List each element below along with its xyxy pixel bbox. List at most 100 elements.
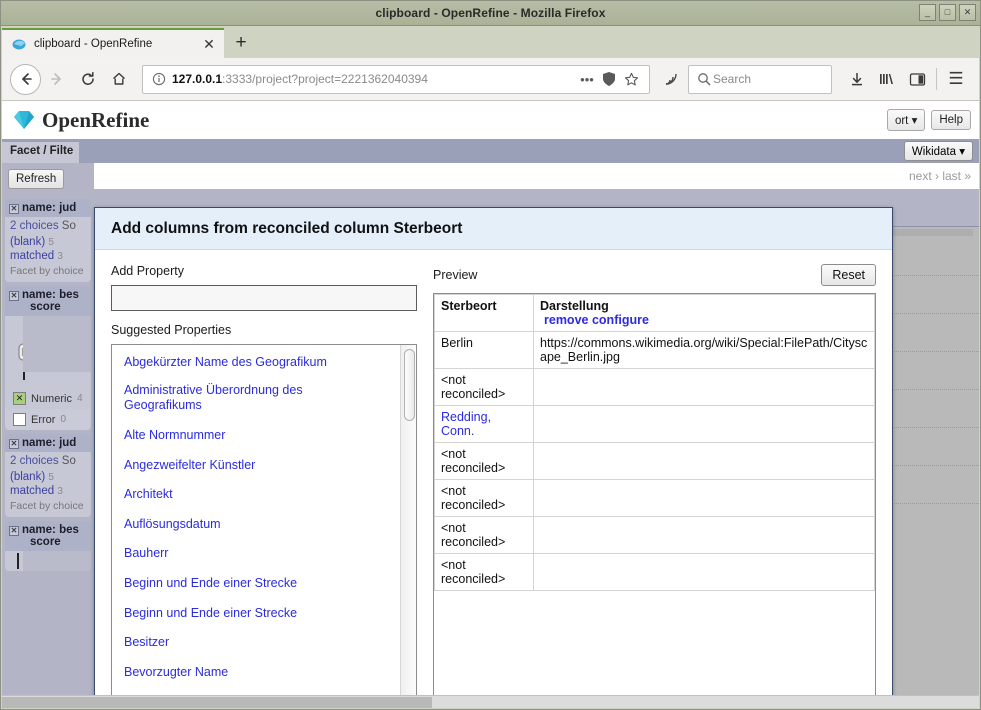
facet-by-choice-link[interactable]: Facet by choice bbox=[5, 498, 91, 517]
facet-row-count: 3 bbox=[57, 486, 63, 497]
close-facet-icon[interactable]: ✕ bbox=[9, 204, 19, 214]
page-actions-icon[interactable]: ••• bbox=[576, 72, 598, 87]
cell-darstellung bbox=[533, 405, 875, 443]
list-item[interactable]: Beginn und Ende einer Strecke bbox=[124, 606, 297, 622]
dialog-header: Add columns from reconciled column Sterb… bbox=[95, 208, 892, 250]
facet-tab-strip: Facet / Filte bbox=[2, 139, 94, 163]
error-checkbox[interactable] bbox=[13, 413, 26, 426]
list-item[interactable]: Architekt bbox=[124, 487, 173, 503]
search-bar[interactable]: Search bbox=[688, 64, 832, 94]
facet-title-line1: name: bes bbox=[22, 289, 79, 301]
facet-row[interactable]: matched 3 bbox=[5, 484, 91, 498]
facet-panel: ✕ name: bes score bbox=[5, 521, 91, 571]
numeric-count: 4 bbox=[76, 393, 83, 404]
home-icon[interactable] bbox=[103, 64, 134, 95]
error-filter-row[interactable]: Error 0 bbox=[5, 409, 91, 430]
preview-header: Preview Reset bbox=[433, 264, 876, 286]
menu-icon[interactable]: ☰ bbox=[941, 64, 971, 94]
preview-table: Sterbeort Darstellung remove configure B… bbox=[434, 294, 875, 591]
facet-row[interactable]: (blank) 5 bbox=[5, 470, 91, 484]
pager-next-last[interactable]: next › last » bbox=[909, 169, 971, 183]
numeric-filter-row[interactable]: ✕ Numeric 4 bbox=[5, 388, 91, 409]
help-button[interactable]: Help bbox=[931, 110, 971, 130]
numeric-range-slider[interactable] bbox=[5, 316, 91, 388]
openrefine-favicon bbox=[12, 37, 27, 52]
page-info-icon[interactable] bbox=[150, 72, 168, 86]
tab-close-icon[interactable]: ✕ bbox=[200, 36, 218, 53]
page-horizontal-scrollbar[interactable] bbox=[2, 695, 979, 708]
list-item[interactable]: Bauherr bbox=[124, 546, 168, 562]
list-item[interactable]: Auflösungsdatum bbox=[124, 517, 221, 533]
close-icon: ✕ bbox=[963, 7, 972, 17]
list-item[interactable]: Angezweifelter Künstler bbox=[124, 458, 255, 474]
cell-sterbeort: <not reconciled> bbox=[434, 368, 534, 406]
add-columns-dialog: Add columns from reconciled column Sterb… bbox=[94, 207, 893, 695]
remove-link[interactable]: remove bbox=[544, 313, 588, 327]
table-row: <not reconciled> bbox=[434, 553, 875, 591]
list-item[interactable]: Besitzer bbox=[124, 635, 169, 651]
list-item[interactable]: Bevorzugter Name bbox=[124, 665, 228, 681]
preview-table-container: Sterbeort Darstellung remove configure B… bbox=[433, 293, 876, 695]
suggested-properties-scrollbar[interactable] bbox=[400, 345, 416, 695]
maximize-button[interactable]: □ bbox=[939, 4, 956, 21]
bookmark-star-icon[interactable] bbox=[620, 72, 642, 87]
reload-icon[interactable] bbox=[72, 64, 103, 95]
openrefine-app-name: OpenRefine bbox=[42, 107, 150, 132]
scrollbar-thumb[interactable] bbox=[2, 697, 432, 708]
suggested-properties-list: Abgekürzter Name des Geografikum Adminis… bbox=[112, 345, 400, 695]
back-icon[interactable] bbox=[10, 63, 41, 95]
facet-row[interactable]: (blank) 5 bbox=[5, 235, 91, 249]
list-item[interactable]: Administrative Überordnung des Geografik… bbox=[124, 383, 374, 414]
cell-sterbeort: <not reconciled> bbox=[434, 516, 534, 554]
search-icon bbox=[695, 72, 713, 86]
wikidata-menu-button[interactable]: Wikidata ▾ bbox=[903, 141, 973, 161]
close-facet-icon[interactable]: ✕ bbox=[9, 291, 19, 301]
add-property-label: Add Property bbox=[111, 264, 184, 278]
table-row: <not reconciled> bbox=[434, 479, 875, 517]
table-row: Berlin https://commons.wikimedia.org/wik… bbox=[434, 331, 875, 369]
close-facet-icon[interactable]: ✕ bbox=[9, 439, 19, 449]
facet-sort-label: So bbox=[61, 220, 76, 232]
facet-choice-count: 2 choices bbox=[10, 455, 59, 467]
facet-sidebar: Facet / Filte Refresh ✕ name: jud 2 choi… bbox=[2, 139, 94, 695]
facet-row[interactable]: matched 3 bbox=[5, 249, 91, 263]
close-button[interactable]: ✕ bbox=[959, 4, 976, 21]
numeric-label: Numeric bbox=[31, 392, 72, 405]
url-bar[interactable]: 127.0.0.1:3333/project?project=222136204… bbox=[142, 64, 650, 94]
rss-feed-icon[interactable] bbox=[658, 71, 684, 87]
tab-facet-filter[interactable]: Facet / Filte bbox=[2, 142, 80, 163]
url-text: 127.0.0.1:3333/project?project=222136204… bbox=[172, 72, 576, 86]
library-icon[interactable] bbox=[872, 64, 902, 94]
forward-icon[interactable] bbox=[41, 64, 72, 95]
sidebar-icon[interactable] bbox=[902, 64, 932, 94]
facet-by-choice-link[interactable]: Facet by choice bbox=[5, 263, 91, 282]
export-button[interactable]: ort ▾ bbox=[886, 109, 926, 131]
close-facet-icon[interactable]: ✕ bbox=[9, 526, 19, 536]
downloads-icon[interactable] bbox=[842, 64, 872, 94]
openrefine-logo-icon bbox=[10, 109, 36, 131]
facet-title-line2: score bbox=[30, 301, 61, 313]
cell-darstellung bbox=[533, 368, 875, 406]
toolbar-right-buttons: ☰ bbox=[842, 64, 971, 94]
numeric-checkbox[interactable]: ✕ bbox=[13, 392, 26, 405]
property-search-input[interactable] bbox=[111, 285, 417, 311]
tracking-shield-icon[interactable] bbox=[598, 71, 620, 87]
pager: next › last » bbox=[94, 163, 979, 189]
list-item[interactable]: Abgekürzter Name des Geografikum bbox=[124, 355, 327, 371]
scrollbar-thumb[interactable] bbox=[404, 349, 415, 421]
cell-darstellung: https://commons.wikimedia.org/wiki/Speci… bbox=[533, 331, 875, 369]
facet-title-text: name: jud bbox=[22, 437, 77, 449]
new-tab-button[interactable]: + bbox=[224, 28, 258, 58]
minimize-button[interactable]: _ bbox=[919, 4, 936, 21]
reset-button[interactable]: Reset bbox=[821, 264, 876, 286]
configure-link[interactable]: configure bbox=[592, 313, 649, 327]
refresh-button[interactable]: Refresh bbox=[8, 169, 65, 189]
minimize-icon: _ bbox=[924, 7, 930, 17]
list-item[interactable]: Beginn und Ende einer Strecke bbox=[124, 576, 297, 592]
facet-title-text: name: jud bbox=[22, 202, 77, 214]
suggested-properties-box: Abgekürzter Name des Geografikum Adminis… bbox=[111, 344, 417, 695]
maximize-icon: □ bbox=[944, 7, 951, 17]
cell-sterbeort[interactable]: Redding, Conn. bbox=[434, 405, 534, 443]
list-item[interactable]: Alte Normnummer bbox=[124, 428, 225, 444]
tab-clipboard-openrefine[interactable]: clipboard - OpenRefine ✕ bbox=[2, 28, 224, 58]
